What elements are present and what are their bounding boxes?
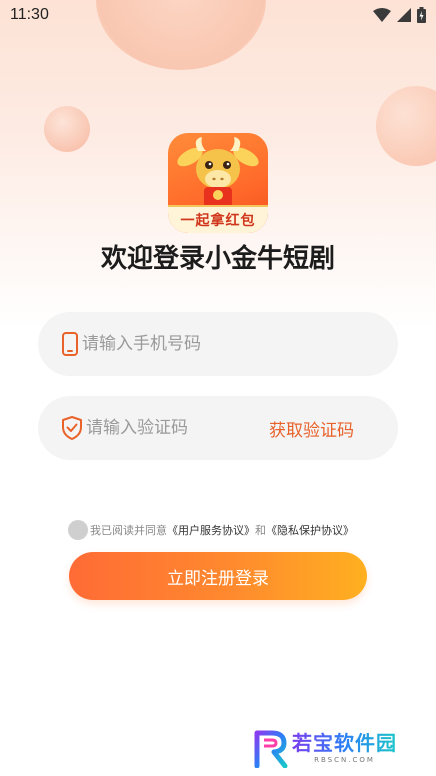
- user-agreement-link[interactable]: 《用户服务协议》: [167, 522, 255, 538]
- shield-check-icon: [62, 416, 82, 440]
- app-logo: 一起拿红包: [168, 133, 268, 233]
- watermark: 若宝软件园 RBSCN.COM: [254, 730, 397, 768]
- watermark-text: 若宝软件园 RBSCN.COM: [292, 730, 397, 765]
- register-login-button[interactable]: 立即注册登录: [69, 552, 367, 600]
- agreement-conjunction: 和: [255, 524, 266, 537]
- get-code-button[interactable]: 获取验证码: [269, 416, 354, 441]
- golden-ox-icon: [177, 137, 259, 209]
- logo-banner-text: 一起拿红包: [168, 205, 268, 233]
- signal-icon: [397, 8, 411, 22]
- privacy-agreement-link[interactable]: 《隐私保护协议》: [266, 522, 354, 538]
- watermark-url: RBSCN.COM: [314, 756, 375, 764]
- page-title: 欢迎登录小金牛短剧: [100, 244, 335, 274]
- agreement-checkbox[interactable]: [68, 520, 88, 540]
- agreement-prefix: 我已阅读并同意: [90, 524, 167, 537]
- battery-icon: [417, 7, 426, 23]
- decor-circle-left: [44, 106, 90, 152]
- watermark-name: 若宝软件园: [292, 731, 397, 755]
- phone-icon: [62, 332, 78, 356]
- phone-field[interactable]: [38, 312, 398, 376]
- code-input[interactable]: [86, 418, 256, 438]
- phone-input[interactable]: [82, 334, 352, 354]
- status-bar: 11:30: [0, 0, 436, 30]
- status-time: 11:30: [10, 6, 49, 23]
- code-field[interactable]: 获取验证码: [38, 396, 398, 460]
- status-icons: [373, 7, 426, 23]
- wifi-icon: [373, 8, 391, 22]
- rbscn-logo-icon: [254, 730, 288, 768]
- agreement-row: 我已阅读并同意 《用户服务协议》 和 《隐私保护协议》: [68, 520, 354, 540]
